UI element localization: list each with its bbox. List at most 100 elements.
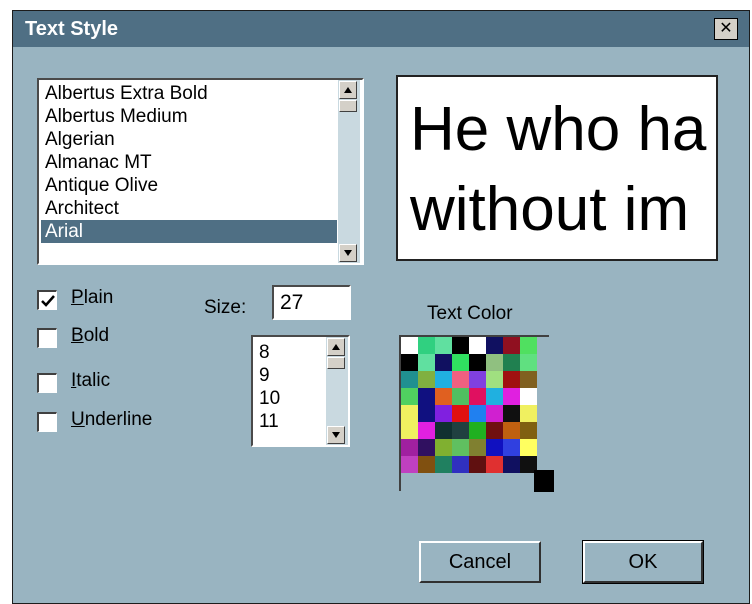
size-scroll-thumb[interactable] (327, 357, 345, 369)
font-list-item[interactable]: Albertus Extra Bold (41, 82, 337, 105)
color-swatch[interactable] (520, 422, 537, 439)
text-color-label: Text Color (427, 303, 513, 324)
preview-line-1: He who ha (410, 95, 707, 164)
color-swatch[interactable] (401, 456, 418, 473)
color-swatch[interactable] (435, 439, 452, 456)
color-swatch[interactable] (418, 439, 435, 456)
color-swatch[interactable] (469, 439, 486, 456)
color-swatch[interactable] (469, 388, 486, 405)
color-swatch[interactable] (452, 388, 469, 405)
size-list-scrollbar[interactable] (326, 337, 348, 445)
color-swatch[interactable] (401, 422, 418, 439)
underline-checkbox[interactable] (37, 412, 57, 432)
color-swatch[interactable] (418, 388, 435, 405)
text-preview: He who ha without im (396, 75, 718, 261)
color-swatch[interactable] (452, 354, 469, 371)
color-swatch[interactable] (486, 456, 503, 473)
font-list-item[interactable]: Antique Olive (41, 174, 337, 197)
color-swatch[interactable] (401, 371, 418, 388)
color-swatch[interactable] (418, 405, 435, 422)
color-swatch[interactable] (503, 422, 520, 439)
color-swatch[interactable] (503, 354, 520, 371)
color-swatch[interactable] (486, 439, 503, 456)
color-swatch[interactable] (452, 337, 469, 354)
size-list-item[interactable]: 11 (259, 410, 280, 433)
color-swatch[interactable] (520, 354, 537, 371)
italic-checkbox[interactable] (37, 373, 57, 393)
color-swatch[interactable] (503, 456, 520, 473)
color-swatch[interactable] (469, 422, 486, 439)
color-swatch[interactable] (469, 456, 486, 473)
color-swatch[interactable] (486, 371, 503, 388)
font-list-item[interactable]: Algerian (41, 128, 337, 151)
color-swatch[interactable] (452, 439, 469, 456)
color-swatch[interactable] (520, 337, 537, 354)
color-swatch[interactable] (435, 337, 452, 354)
color-swatch[interactable] (418, 354, 435, 371)
font-list-item[interactable]: Albertus Medium (41, 105, 337, 128)
color-swatch[interactable] (435, 405, 452, 422)
font-listbox[interactable]: Albertus Extra Bold Albertus Medium Algeri… (37, 78, 364, 265)
font-scroll-up-button[interactable] (339, 81, 357, 99)
font-list-item[interactable]: Arial (41, 220, 337, 243)
cancel-button[interactable]: Cancel (419, 541, 541, 583)
color-swatch[interactable] (520, 388, 537, 405)
color-swatch[interactable] (435, 422, 452, 439)
size-listbox[interactable]: 8 9 10 11 (251, 335, 350, 447)
color-swatch[interactable] (401, 439, 418, 456)
plain-checkbox[interactable] (37, 290, 57, 310)
color-palette[interactable] (399, 335, 554, 492)
size-list-item[interactable]: 9 (259, 364, 280, 387)
color-swatch[interactable] (469, 337, 486, 354)
color-swatch[interactable] (520, 405, 537, 422)
ok-button[interactable]: OK (582, 540, 704, 584)
title-bar[interactable]: Text Style ✕ (13, 11, 749, 47)
selected-color-swatch[interactable] (534, 470, 554, 492)
color-swatch[interactable] (418, 337, 435, 354)
color-swatch[interactable] (486, 337, 503, 354)
color-swatch[interactable] (418, 456, 435, 473)
font-scroll-thumb[interactable] (339, 100, 357, 112)
color-swatch[interactable] (435, 388, 452, 405)
color-swatch[interactable] (486, 422, 503, 439)
color-swatch[interactable] (469, 405, 486, 422)
color-swatch[interactable] (520, 439, 537, 456)
color-swatch[interactable] (452, 371, 469, 388)
color-swatch[interactable] (469, 371, 486, 388)
color-swatch[interactable] (418, 422, 435, 439)
size-scroll-down-button[interactable] (327, 426, 345, 444)
color-swatch[interactable] (435, 354, 452, 371)
font-list-item[interactable]: Architect (41, 197, 337, 220)
color-swatch[interactable] (452, 422, 469, 439)
color-swatch[interactable] (401, 354, 418, 371)
color-swatch[interactable] (503, 388, 520, 405)
color-swatch[interactable] (401, 388, 418, 405)
color-swatch[interactable] (452, 405, 469, 422)
color-swatch[interactable] (435, 456, 452, 473)
size-label: Size: (204, 297, 247, 318)
color-swatch[interactable] (452, 456, 469, 473)
color-swatch[interactable] (435, 371, 452, 388)
size-list-item[interactable]: 10 (259, 387, 280, 410)
color-swatch[interactable] (486, 405, 503, 422)
bold-checkbox[interactable] (37, 328, 57, 348)
color-swatch[interactable] (469, 354, 486, 371)
color-swatch[interactable] (503, 371, 520, 388)
close-button[interactable]: ✕ (714, 18, 738, 40)
color-swatch[interactable] (503, 337, 520, 354)
color-swatch[interactable] (401, 405, 418, 422)
font-list-item[interactable]: Almanac MT (41, 151, 337, 174)
color-swatch[interactable] (418, 371, 435, 388)
color-swatch[interactable] (486, 388, 503, 405)
size-list-item[interactable]: 8 (259, 341, 280, 364)
size-scroll-up-button[interactable] (327, 338, 345, 356)
font-list-scrollbar[interactable] (338, 80, 360, 263)
color-swatch[interactable] (503, 439, 520, 456)
color-swatch[interactable] (401, 337, 418, 354)
color-swatch[interactable] (486, 354, 503, 371)
arrow-up-icon (344, 87, 352, 93)
color-swatch[interactable] (503, 405, 520, 422)
font-scroll-down-button[interactable] (339, 244, 357, 262)
color-swatch[interactable] (520, 371, 537, 388)
size-input[interactable]: 27 (272, 285, 351, 320)
